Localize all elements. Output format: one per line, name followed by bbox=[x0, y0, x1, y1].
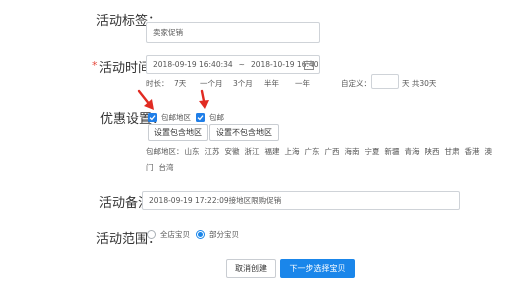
scope-option-all[interactable]: 全店宝贝 bbox=[147, 229, 190, 240]
calendar-icon[interactable] bbox=[304, 60, 314, 70]
checkbox-checked-icon[interactable] bbox=[148, 113, 157, 122]
radio-checked-icon[interactable] bbox=[196, 230, 205, 239]
region-item: 广东 bbox=[304, 147, 320, 156]
region-item: 门 bbox=[146, 163, 154, 172]
region-item: 陕西 bbox=[424, 147, 440, 156]
next-step-button[interactable]: 下一步选择宝贝 bbox=[280, 259, 355, 278]
region-item: 新疆 bbox=[384, 147, 400, 156]
option-free-shipping[interactable]: 包邮 bbox=[196, 112, 224, 123]
region-item: 澳 bbox=[484, 147, 493, 156]
region-item: 海南 bbox=[344, 147, 360, 156]
arrow-icon bbox=[137, 89, 154, 110]
duration-6m[interactable]: 半年 bbox=[264, 78, 279, 89]
region-item: 青海 bbox=[404, 147, 420, 156]
region-item: 香港 bbox=[464, 147, 480, 156]
option-label: 包邮地区 bbox=[161, 113, 191, 122]
scope-option-label: 部分宝贝 bbox=[209, 230, 239, 239]
region-line-2: 门台湾 bbox=[146, 159, 179, 176]
custom-days-input[interactable] bbox=[371, 74, 399, 89]
custom-duration-suffix: 天 共30天 bbox=[402, 79, 437, 88]
region-item: 宁夏 bbox=[364, 147, 380, 156]
custom-duration-label: 自定义： bbox=[341, 79, 371, 88]
note-input[interactable]: 2018-09-19 17:22:09接地区限购促销 bbox=[142, 191, 460, 210]
regions-label: 包邮地区： bbox=[146, 147, 184, 156]
range-separator: ~ bbox=[238, 60, 245, 69]
region-item: 安徽 bbox=[224, 147, 240, 156]
region-item: 江苏 bbox=[204, 147, 220, 156]
option-free-shipping-region[interactable]: 包邮地区 bbox=[148, 112, 191, 123]
scope-option-label: 全店宝贝 bbox=[160, 230, 190, 239]
option-label: 包邮 bbox=[209, 113, 224, 122]
region-item: 甘肃 bbox=[444, 147, 460, 156]
time-range-input[interactable]: 2018-09-19 16:40:34 ~ 2018-10-19 16:40:3… bbox=[146, 55, 320, 74]
set-exclude-region-button[interactable]: 设置不包含地区 bbox=[209, 124, 279, 141]
duration-1y[interactable]: 一年 bbox=[295, 78, 310, 89]
arrow-icon bbox=[199, 89, 209, 109]
set-include-region-button[interactable]: 设置包含地区 bbox=[148, 124, 208, 141]
region-line-1: 包邮地区：山东 江苏 安徽 浙江 福建 上海 广东 广西 海南 宁夏 新疆 青海 陕西 甘肃 香港澳 bbox=[146, 143, 497, 160]
duration-3m[interactable]: 3个月 bbox=[233, 78, 253, 89]
region-item: 浙江 bbox=[244, 147, 260, 156]
region-item: 台湾 bbox=[158, 163, 174, 172]
required-mark: * bbox=[92, 59, 98, 72]
region-item: 广西 bbox=[324, 147, 340, 156]
region-item: 上海 bbox=[284, 147, 300, 156]
tags-value: 卖家促销 bbox=[153, 28, 183, 37]
tags-input[interactable]: 卖家促销 bbox=[146, 22, 320, 43]
scope-option-partial[interactable]: 部分宝贝 bbox=[196, 229, 239, 240]
start-time: 2018-09-19 16:40:34 bbox=[153, 60, 233, 69]
cancel-button[interactable]: 取消创建 bbox=[226, 259, 276, 278]
region-item: 福建 bbox=[264, 147, 280, 156]
region-item: 山东 bbox=[184, 147, 200, 156]
checkbox-checked-icon[interactable] bbox=[196, 113, 205, 122]
radio-unchecked-icon[interactable] bbox=[147, 230, 156, 239]
note-value: 2018-09-19 17:22:09接地区限购促销 bbox=[149, 196, 282, 205]
